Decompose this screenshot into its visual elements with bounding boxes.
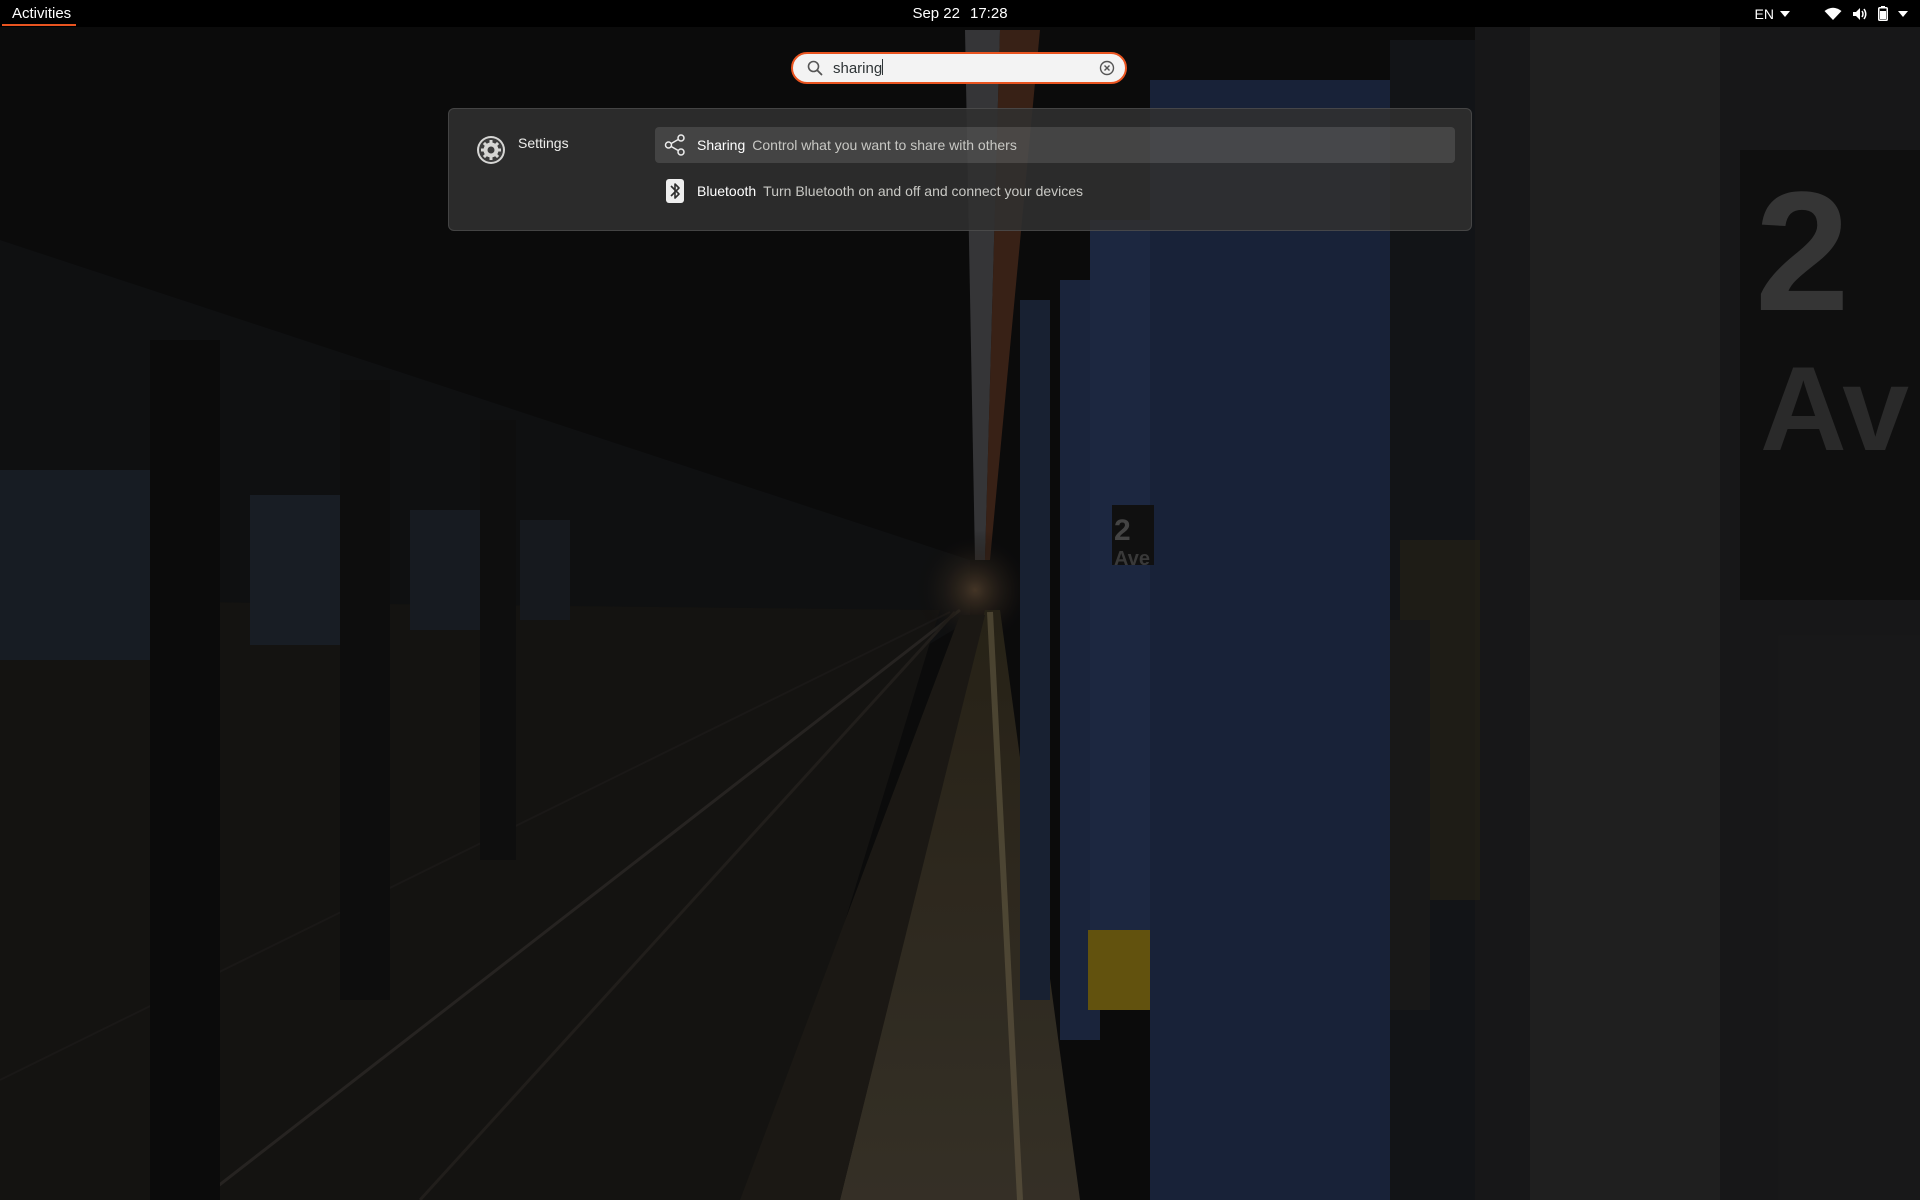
language-label: EN (1754, 5, 1774, 22)
text-caret (882, 59, 884, 75)
result-description: Control what you want to share with othe… (752, 137, 1017, 153)
chevron-down-icon (1780, 10, 1790, 17)
clear-icon[interactable] (1099, 60, 1115, 76)
result-description: Turn Bluetooth on and off and connect yo… (763, 183, 1084, 199)
system-menu-chevron-icon (1898, 10, 1908, 17)
search-value: sharing (833, 60, 883, 77)
wifi-icon (1824, 7, 1842, 20)
search-results-panel: Settings Sharing Control what you want t… (448, 108, 1472, 231)
result-title: Sharing (697, 137, 746, 153)
search-input[interactable]: sharing (833, 59, 884, 77)
clock-date[interactable]: Sep 22 (912, 5, 960, 22)
provider-name: Settings (518, 135, 569, 151)
result-bluetooth[interactable]: Bluetooth Turn Bluetooth on and off and … (655, 173, 1455, 209)
top-bar: Activities Sep 22 17:28 EN (0, 0, 1920, 27)
result-sharing[interactable]: Sharing Control what you want to share w… (655, 127, 1455, 163)
bluetooth-icon (661, 179, 689, 203)
system-tray: EN (1755, 0, 1920, 27)
battery-icon (1878, 6, 1888, 21)
volume-icon (1853, 7, 1867, 20)
clock-time[interactable]: 17:28 (970, 5, 1008, 22)
activities-button[interactable]: Activities (0, 0, 82, 27)
search-entry[interactable]: sharing (791, 52, 1127, 84)
settings-gear-icon (477, 136, 505, 164)
language-menu[interactable]: EN (1755, 6, 1790, 22)
result-title: Bluetooth (697, 183, 757, 199)
clock: Sep 22 17:28 (0, 0, 1920, 27)
provider-settings[interactable]: Settings (476, 135, 569, 165)
share-icon (661, 134, 689, 156)
desktop: 2 Av 2 Ave Activities Sep 22 17:28 EN sh… (0, 0, 1920, 1200)
system-menu[interactable] (1824, 6, 1908, 21)
search-icon (807, 60, 823, 76)
